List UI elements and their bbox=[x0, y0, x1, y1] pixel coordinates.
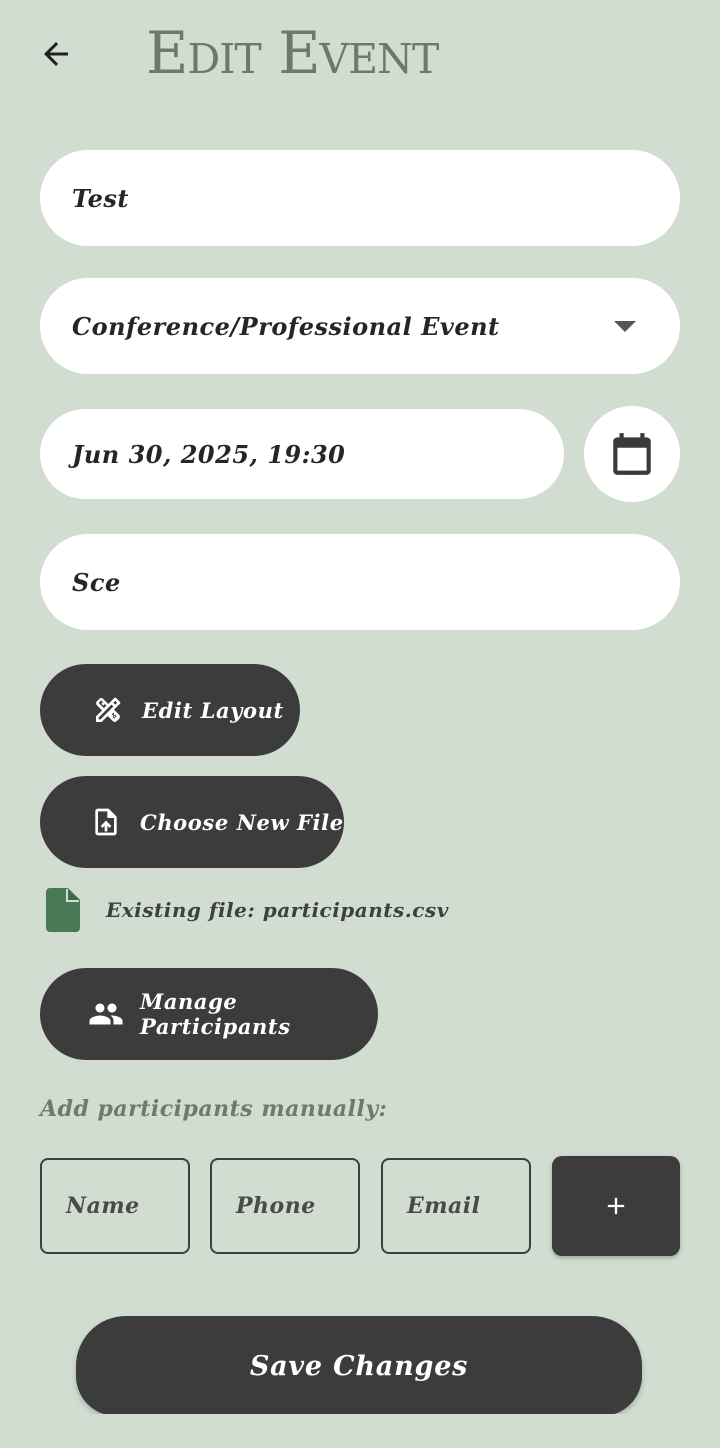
arrow-left-icon bbox=[44, 42, 68, 66]
plus-icon bbox=[607, 1197, 625, 1215]
add-participant-button[interactable] bbox=[552, 1156, 680, 1256]
manual-add-label: Add participants manually: bbox=[40, 1096, 388, 1122]
save-changes-button[interactable]: Save Changes bbox=[76, 1316, 642, 1416]
choose-file-button[interactable]: Choose New File bbox=[40, 776, 344, 868]
file-icon bbox=[46, 888, 80, 932]
choose-file-label: Choose New File bbox=[140, 809, 344, 835]
edit-layout-label: Edit Layout bbox=[142, 697, 284, 723]
save-changes-label: Save Changes bbox=[249, 1350, 469, 1382]
participant-email-input[interactable]: Email bbox=[381, 1158, 531, 1254]
location-value: Sce bbox=[72, 567, 121, 597]
back-button[interactable] bbox=[30, 30, 82, 78]
name-placeholder: Name bbox=[66, 1193, 140, 1219]
manage-participants-label: Manage Participants bbox=[140, 989, 291, 1039]
bottom-edge bbox=[0, 1414, 720, 1448]
calendar-icon bbox=[613, 433, 651, 475]
participant-phone-input[interactable]: Phone bbox=[210, 1158, 360, 1254]
event-name-value: Test bbox=[72, 183, 129, 213]
phone-placeholder: Phone bbox=[236, 1193, 316, 1219]
participant-name-input[interactable]: Name bbox=[40, 1158, 190, 1254]
file-upload-icon bbox=[88, 804, 124, 840]
event-type-select[interactable]: Conference/Professional Event bbox=[40, 278, 680, 374]
date-time-field[interactable]: Jun 30, 2025, 19:30 bbox=[40, 409, 564, 499]
date-time-value: Jun 30, 2025, 19:30 bbox=[72, 439, 346, 469]
event-type-value: Conference/Professional Event bbox=[72, 311, 500, 341]
existing-file-label: Existing file: participants.csv bbox=[106, 898, 449, 922]
email-placeholder: Email bbox=[407, 1193, 481, 1219]
people-icon bbox=[88, 996, 124, 1032]
event-name-field[interactable]: Test bbox=[40, 150, 680, 246]
manage-participants-button[interactable]: Manage Participants bbox=[40, 968, 378, 1060]
edit-layout-button[interactable]: Edit Layout bbox=[40, 664, 300, 756]
calendar-button[interactable] bbox=[584, 406, 680, 502]
page-title: Edit Event bbox=[146, 19, 439, 87]
dropdown-caret-icon bbox=[614, 320, 636, 332]
location-field[interactable]: Sce bbox=[40, 534, 680, 630]
existing-file-info: Existing file: participants.csv bbox=[46, 888, 449, 932]
design-tools-icon bbox=[90, 692, 126, 728]
